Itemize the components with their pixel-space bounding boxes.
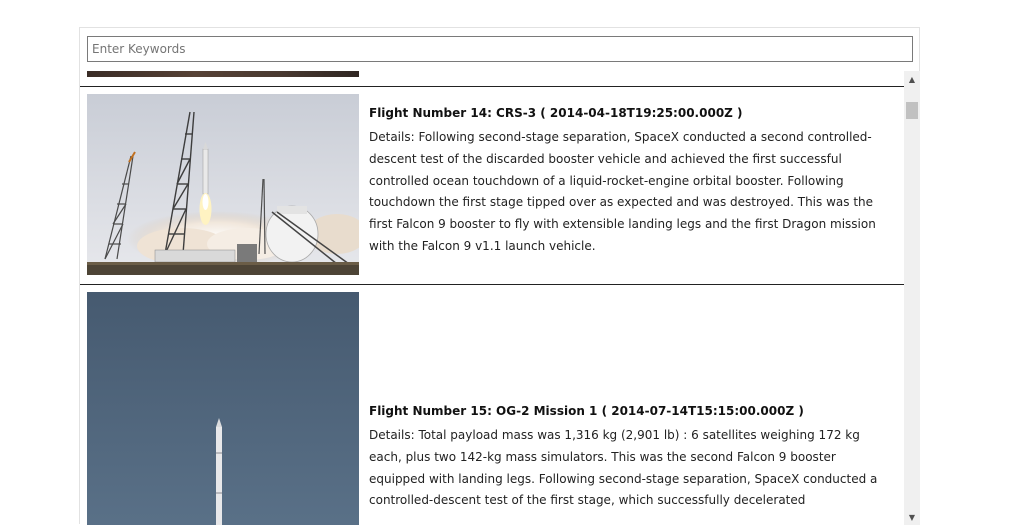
search-field-wrapper — [87, 36, 913, 62]
launch-photo — [87, 94, 359, 275]
launch-details: Details: Total payload mass was 1,316 kg… — [369, 428, 878, 508]
launch-info: Flight Number 14: CRS-3 ( 2014-04-18T19:… — [369, 103, 891, 258]
launch-list[interactable]: Flight Number 14: CRS-3 ( 2014-04-18T19:… — [80, 71, 904, 525]
launch-info: Flight Number 15: OG-2 Mission 1 ( 2014-… — [369, 401, 891, 512]
previous-launch-image — [87, 71, 359, 77]
vertical-scrollbar[interactable]: ▲ ▼ — [904, 71, 920, 525]
launch-details: Details: Following second-stage separati… — [369, 130, 876, 253]
launch-title: Flight Number 15: OG-2 Mission 1 ( 2014-… — [369, 404, 804, 418]
scroll-down-arrow-icon[interactable]: ▼ — [904, 509, 920, 525]
launch-image — [87, 292, 359, 525]
launch-list-panel: Flight Number 14: CRS-3 ( 2014-04-18T19:… — [79, 27, 920, 525]
scrollbar-thumb[interactable] — [906, 102, 918, 119]
search-input[interactable] — [87, 36, 913, 62]
launch-title: Flight Number 14: CRS-3 ( 2014-04-18T19:… — [369, 106, 743, 120]
launch-image — [87, 94, 359, 275]
launch-item[interactable]: Flight Number 14: CRS-3 ( 2014-04-18T19:… — [80, 87, 904, 283]
scroll-up-arrow-icon[interactable]: ▲ — [904, 71, 920, 87]
launch-item[interactable]: Flight Number 15: OG-2 Mission 1 ( 2014-… — [80, 285, 904, 525]
launch-photo — [87, 292, 359, 525]
